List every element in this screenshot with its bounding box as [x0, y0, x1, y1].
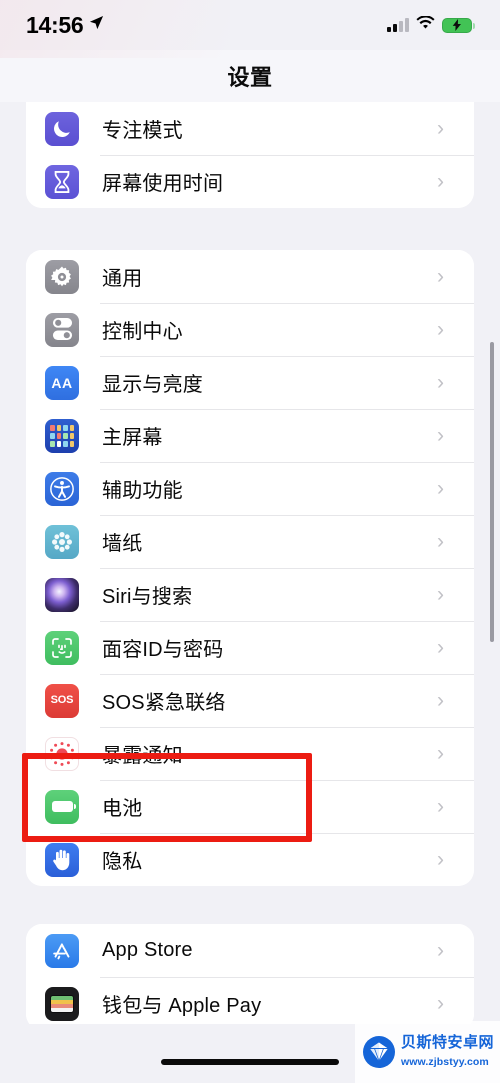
sidebar-item-label: 墙纸	[102, 533, 143, 555]
settings-group-system: 通用 › 控制中心 › AA 显示与亮度 › 主屏幕 › 辅助功能 › 墙纸 ›…	[26, 250, 474, 886]
emergency-sos-icon: SOS	[45, 683, 79, 718]
sidebar-item-label: 控制中心	[102, 321, 183, 343]
display-brightness-icon: AA	[45, 365, 79, 400]
chevron-right-icon: ›	[437, 265, 444, 288]
sidebar-item-home-screen[interactable]: 主屏幕 ›	[26, 409, 474, 462]
status-bar: 14:56	[0, 0, 500, 50]
sidebar-item-label: Siri与搜索	[102, 586, 193, 608]
chevron-right-icon: ›	[437, 318, 444, 341]
sidebar-item-wallpaper[interactable]: 墙纸 ›	[26, 515, 474, 568]
wallpaper-icon	[45, 524, 79, 559]
sidebar-item-general[interactable]: 通用 ›	[26, 250, 474, 303]
siri-icon	[45, 577, 79, 612]
sidebar-item-wallet-apple-pay[interactable]: 钱包与 Apple Pay ›	[26, 977, 474, 1024]
page-title: 设置	[227, 65, 273, 90]
home-screen-grid	[50, 424, 74, 447]
sidebar-item-display-brightness[interactable]: AA 显示与亮度 ›	[26, 356, 474, 409]
location-arrow-icon	[89, 15, 104, 35]
wallet-cards-glyph	[50, 994, 74, 1013]
chevron-right-icon: ›	[437, 117, 444, 140]
sidebar-item-battery[interactable]: 电池 ›	[26, 780, 474, 833]
sidebar-item-label: 屏幕使用时间	[102, 173, 224, 195]
sidebar-item-accessibility[interactable]: 辅助功能 ›	[26, 462, 474, 515]
chevron-right-icon: ›	[437, 477, 444, 500]
privacy-hand-icon	[45, 842, 79, 877]
chevron-right-icon: ›	[437, 424, 444, 447]
chevron-right-icon: ›	[437, 992, 444, 1015]
chevron-right-icon: ›	[437, 795, 444, 818]
sidebar-item-emergency-sos[interactable]: SOS SOS紧急联络 ›	[26, 674, 474, 727]
settings-group-store: App Store › 钱包与 Apple Pay ›	[26, 924, 474, 1024]
watermark-title: 贝斯特安卓网	[401, 1033, 495, 1051]
sidebar-item-label: 显示与亮度	[102, 374, 203, 396]
aa-glyph: AA	[51, 374, 73, 391]
sidebar-item-label: 电池	[102, 798, 143, 820]
control-center-icon	[45, 312, 79, 347]
sidebar-item-exposure-notifications[interactable]: 暴露通知 ›	[26, 727, 474, 780]
watermark: 贝斯特安卓网 www.zjbstyy.com	[355, 1021, 500, 1083]
status-time: 14:56	[26, 11, 84, 38]
focus-mode-icon	[45, 111, 79, 146]
sidebar-item-label: 隐私	[102, 851, 143, 873]
home-screen-icon	[45, 418, 79, 453]
navigation-bar: 设置	[0, 50, 500, 102]
screen-time-icon	[45, 164, 79, 199]
cellular-signal-icon	[387, 18, 409, 32]
sidebar-item-control-center[interactable]: 控制中心 ›	[26, 303, 474, 356]
chevron-right-icon: ›	[437, 939, 444, 962]
sos-glyph: SOS	[50, 694, 74, 706]
chevron-right-icon: ›	[437, 689, 444, 712]
battery-glyph	[51, 801, 76, 812]
chevron-right-icon: ›	[437, 742, 444, 765]
sidebar-item-label: 面容ID与密码	[102, 639, 224, 661]
chevron-right-icon: ›	[437, 371, 444, 394]
watermark-url: www.zjbstyy.com	[401, 1056, 489, 1068]
exposure-notification-icon	[45, 736, 79, 771]
wallet-apple-pay-icon	[45, 986, 79, 1021]
chevron-right-icon: ›	[437, 583, 444, 606]
battery-charging-icon	[442, 17, 475, 33]
home-indicator[interactable]	[161, 1059, 339, 1065]
sidebar-item-label: App Store	[102, 939, 193, 961]
wifi-icon	[416, 14, 435, 35]
sidebar-item-label: 专注模式	[102, 120, 183, 142]
vertical-scrollbar[interactable]	[490, 342, 494, 642]
status-bar-left: 14:56	[26, 12, 104, 39]
chevron-right-icon: ›	[437, 170, 444, 193]
accessibility-icon	[45, 471, 79, 506]
sidebar-item-focus-mode[interactable]: 专注模式 ›	[26, 102, 474, 155]
face-id-icon	[45, 630, 79, 665]
chevron-right-icon: ›	[437, 636, 444, 659]
sidebar-item-app-store[interactable]: App Store ›	[26, 924, 474, 977]
sidebar-item-siri-search[interactable]: Siri与搜索 ›	[26, 568, 474, 621]
app-store-icon	[45, 933, 79, 968]
sidebar-item-label: 通用	[102, 268, 143, 290]
settings-group-top: 专注模式 › 屏幕使用时间 ›	[26, 102, 474, 208]
chevron-right-icon: ›	[437, 848, 444, 871]
sidebar-item-label: 辅助功能	[102, 480, 183, 502]
shell-logo-icon	[362, 1035, 396, 1069]
status-bar-right	[387, 14, 475, 35]
watermark-text: 贝斯特安卓网 www.zjbstyy.com	[401, 1034, 494, 1071]
settings-scroll-area[interactable]: 专注模式 › 屏幕使用时间 › 通用 › 控制中心 › AA 显示与亮度 › 主…	[0, 102, 500, 1024]
sidebar-item-label: 主屏幕	[102, 427, 163, 449]
sidebar-item-privacy[interactable]: 隐私 ›	[26, 833, 474, 886]
sidebar-item-label: SOS紧急联络	[102, 692, 226, 714]
sidebar-item-label: 暴露通知	[102, 745, 183, 767]
general-gear-icon	[45, 259, 79, 294]
chevron-right-icon: ›	[437, 530, 444, 553]
sidebar-item-face-id-passcode[interactable]: 面容ID与密码 ›	[26, 621, 474, 674]
sidebar-item-screen-time[interactable]: 屏幕使用时间 ›	[26, 155, 474, 208]
battery-icon	[45, 789, 79, 824]
sidebar-item-label: 钱包与 Apple Pay	[102, 995, 262, 1017]
